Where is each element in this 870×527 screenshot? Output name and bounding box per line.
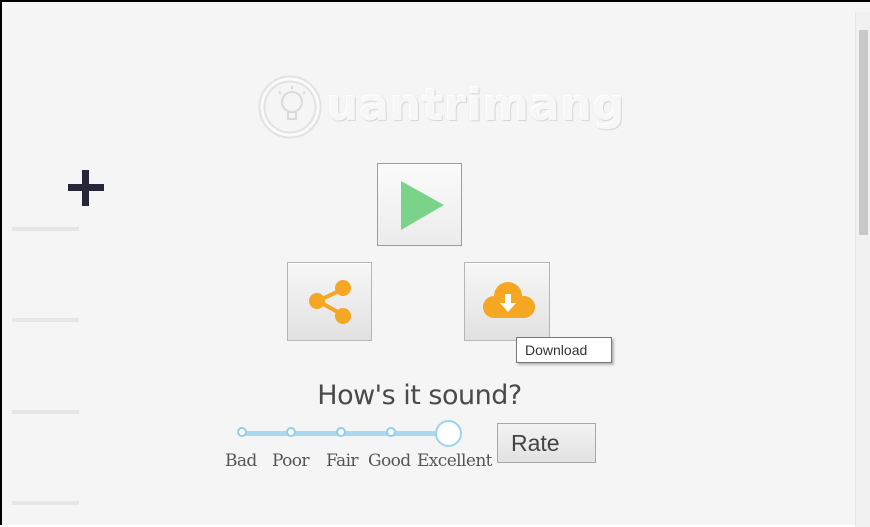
lightbulb-icon bbox=[258, 75, 322, 139]
share-icon bbox=[309, 280, 351, 324]
rating-option-fair[interactable] bbox=[336, 427, 346, 437]
rating-label-good: Good bbox=[368, 451, 411, 471]
watermark-text: uantrimang bbox=[327, 80, 626, 131]
cloud-download-icon bbox=[483, 282, 535, 318]
rating-option-bad[interactable] bbox=[237, 427, 247, 437]
rating-label-poor: Poor bbox=[272, 451, 310, 471]
rate-button[interactable]: Rate bbox=[497, 423, 596, 463]
download-tooltip: Download bbox=[516, 337, 612, 363]
rating-option-excellent[interactable] bbox=[435, 420, 462, 447]
share-button[interactable] bbox=[287, 262, 372, 341]
sidebar-divider bbox=[12, 501, 79, 505]
sidebar-divider bbox=[12, 227, 79, 231]
sidebar-divider bbox=[12, 318, 79, 322]
app-window: uantrimang Download How's it sound? Bad … bbox=[0, 0, 870, 527]
vertical-scrollbar[interactable] bbox=[855, 12, 870, 527]
play-icon bbox=[401, 181, 444, 230]
play-button[interactable] bbox=[377, 163, 462, 246]
watermark-logo: uantrimang bbox=[257, 72, 625, 144]
plus-icon[interactable] bbox=[68, 170, 104, 206]
rating-label-bad: Bad bbox=[225, 451, 257, 471]
download-button[interactable] bbox=[464, 262, 550, 341]
rating-label-fair: Fair bbox=[326, 451, 359, 471]
sidebar-divider bbox=[12, 410, 79, 414]
rating-question: How's it sound? bbox=[317, 380, 522, 411]
rating-label-excellent: Excellent bbox=[417, 451, 493, 471]
rating-option-good[interactable] bbox=[386, 427, 396, 437]
rating-slider[interactable]: Bad Poor Fair Good Excellent bbox=[225, 417, 502, 477]
scrollbar-thumb[interactable] bbox=[859, 30, 868, 235]
rating-option-poor[interactable] bbox=[286, 427, 296, 437]
